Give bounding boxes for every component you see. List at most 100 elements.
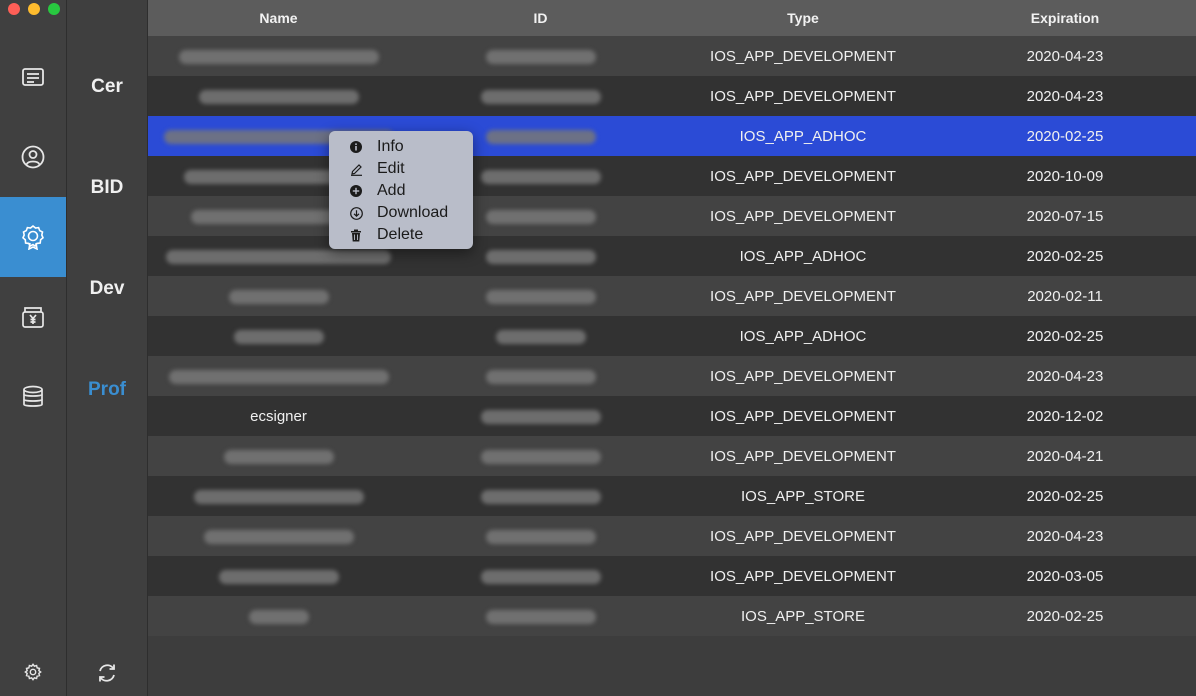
badge-icon: [22, 224, 44, 250]
cell-type: IOS_APP_DEVELOPMENT: [710, 567, 896, 585]
redacted-text: [228, 289, 329, 304]
profiles-table: Name ID Type Expiration IOS_APP_DEVELOPM…: [148, 0, 1196, 696]
cell-expiration: 2020-07-15: [1026, 207, 1104, 225]
cell-id: [409, 248, 672, 265]
icon-sidebar: [0, 0, 67, 696]
redacted-text: [485, 529, 596, 544]
cell-expiration: 2020-04-21: [1026, 447, 1104, 465]
redacted-text: [485, 249, 596, 264]
redacted-text: [480, 169, 601, 184]
column-header-name[interactable]: Name: [148, 10, 409, 26]
plus-circle-icon: [349, 184, 363, 198]
user-circle-icon: [21, 145, 45, 169]
column-header-type[interactable]: Type: [672, 10, 934, 26]
cell-name: [148, 568, 409, 585]
sidebar-item-account[interactable]: [0, 117, 66, 197]
category-sidebar: Cer BID Dev Prof: [67, 0, 148, 696]
table-row[interactable]: IOS_APP_DEVELOPMENT 2020-02-11: [148, 276, 1196, 316]
redacted-text: [485, 129, 596, 144]
refresh-button[interactable]: [67, 662, 147, 684]
cell-expiration: 2020-04-23: [1026, 47, 1104, 65]
column-header-expiration[interactable]: Expiration: [934, 10, 1196, 26]
cell-expiration: 2020-03-05: [1026, 567, 1104, 585]
cell-name: [148, 488, 409, 505]
cell-name: [148, 48, 409, 65]
table-row[interactable]: IOS_APP_STORE 2020-02-25: [148, 596, 1196, 636]
context-menu-download[interactable]: Download: [329, 202, 473, 224]
cell-type: IOS_APP_DEVELOPMENT: [710, 47, 896, 65]
table-row[interactable]: IOS_APP_DEVELOPMENT 2020-04-21: [148, 436, 1196, 476]
minimize-window-button[interactable]: [28, 3, 40, 15]
cell-name: [148, 448, 409, 465]
redacted-text: [168, 369, 389, 384]
table-row[interactable]: IOS_APP_DEVELOPMENT 2020-04-23: [148, 76, 1196, 116]
window-controls: [8, 3, 60, 15]
cell-name: [148, 528, 409, 545]
cell-expiration: 2020-02-25: [1026, 327, 1104, 345]
table-row[interactable]: ecsigner IOS_APP_DEVELOPMENT 2020-12-02: [148, 396, 1196, 436]
table-row[interactable]: IOS_APP_DEVELOPMENT 2020-10-09: [148, 156, 1196, 196]
cell-expiration: 2020-04-23: [1026, 367, 1104, 385]
cell-id: [409, 528, 672, 545]
cell-type: IOS_APP_DEVELOPMENT: [710, 367, 896, 385]
column-header-id[interactable]: ID: [409, 10, 672, 26]
table-row[interactable]: IOS_APP_STORE 2020-02-25: [148, 476, 1196, 516]
cell-id: [409, 88, 672, 105]
redacted-text: [485, 609, 596, 624]
cell-id: [409, 408, 672, 425]
cell-type: IOS_APP_DEVELOPMENT: [710, 207, 896, 225]
table-row[interactable]: IOS_APP_DEVELOPMENT 2020-04-23: [148, 516, 1196, 556]
cell-type: IOS_APP_STORE: [741, 487, 865, 505]
redacted-text: [485, 369, 596, 384]
table-row[interactable]: IOS_APP_ADHOC 2020-02-25: [148, 236, 1196, 276]
cell-type: IOS_APP_STORE: [741, 607, 865, 625]
cell-expiration: 2020-02-25: [1026, 127, 1104, 145]
context-menu-delete-label: Delete: [377, 226, 424, 243]
context-menu-delete[interactable]: Delete: [329, 224, 473, 246]
cell-expiration: 2020-02-25: [1026, 487, 1104, 505]
category-dev[interactable]: Dev: [67, 278, 147, 300]
cell-type: IOS_APP_ADHOC: [739, 127, 867, 145]
category-cer[interactable]: Cer: [67, 76, 147, 98]
zoom-window-button[interactable]: [48, 3, 60, 15]
redacted-text: [480, 489, 601, 504]
context-menu-add[interactable]: Add: [329, 180, 473, 202]
table-row[interactable]: IOS_APP_ADHOC 2020-02-25: [148, 116, 1196, 156]
redacted-text: [178, 49, 379, 64]
redacted-text: [203, 529, 354, 544]
redacted-text: [166, 249, 391, 264]
refresh-icon: [99, 664, 115, 682]
table-row[interactable]: IOS_APP_DEVELOPMENT 2020-07-15: [148, 196, 1196, 236]
sidebar-item-billing[interactable]: [0, 277, 66, 357]
sidebar-item-database[interactable]: [0, 357, 66, 437]
close-window-button[interactable]: [8, 3, 20, 15]
cell-expiration: 2020-02-25: [1026, 247, 1104, 265]
info-icon: [349, 140, 363, 154]
cell-expiration: 2020-04-23: [1026, 87, 1104, 105]
context-menu-add-label: Add: [377, 182, 406, 199]
table-row[interactable]: IOS_APP_ADHOC 2020-02-25: [148, 316, 1196, 356]
cell-name: [148, 288, 409, 305]
redacted-text: [198, 89, 359, 104]
context-menu-info-label: Info: [377, 138, 404, 155]
context-menu: Info Edit Add Download Delete: [329, 131, 473, 249]
table-row[interactable]: IOS_APP_DEVELOPMENT 2020-04-23: [148, 36, 1196, 76]
table-header: Name ID Type Expiration: [148, 0, 1196, 36]
category-prof[interactable]: Prof: [67, 379, 147, 401]
table-row[interactable]: IOS_APP_DEVELOPMENT 2020-03-05: [148, 556, 1196, 596]
context-menu-info[interactable]: Info: [329, 136, 473, 158]
settings-button[interactable]: [0, 660, 66, 684]
cell-type: IOS_APP_ADHOC: [739, 327, 867, 345]
redacted-text: [485, 289, 596, 304]
sidebar-item-profiles[interactable]: [0, 197, 66, 277]
cell-name: [148, 88, 409, 105]
category-bid[interactable]: BID: [67, 177, 147, 199]
cell-type: IOS_APP_DEVELOPMENT: [710, 527, 896, 545]
table-row[interactable]: IOS_APP_DEVELOPMENT 2020-04-23: [148, 356, 1196, 396]
sidebar-item-certificates[interactable]: [0, 37, 66, 117]
context-menu-edit[interactable]: Edit: [329, 158, 473, 180]
redacted-text: [193, 489, 364, 504]
cell-type: IOS_APP_DEVELOPMENT: [710, 447, 896, 465]
redacted-text: [480, 89, 601, 104]
context-menu-download-label: Download: [377, 204, 449, 221]
